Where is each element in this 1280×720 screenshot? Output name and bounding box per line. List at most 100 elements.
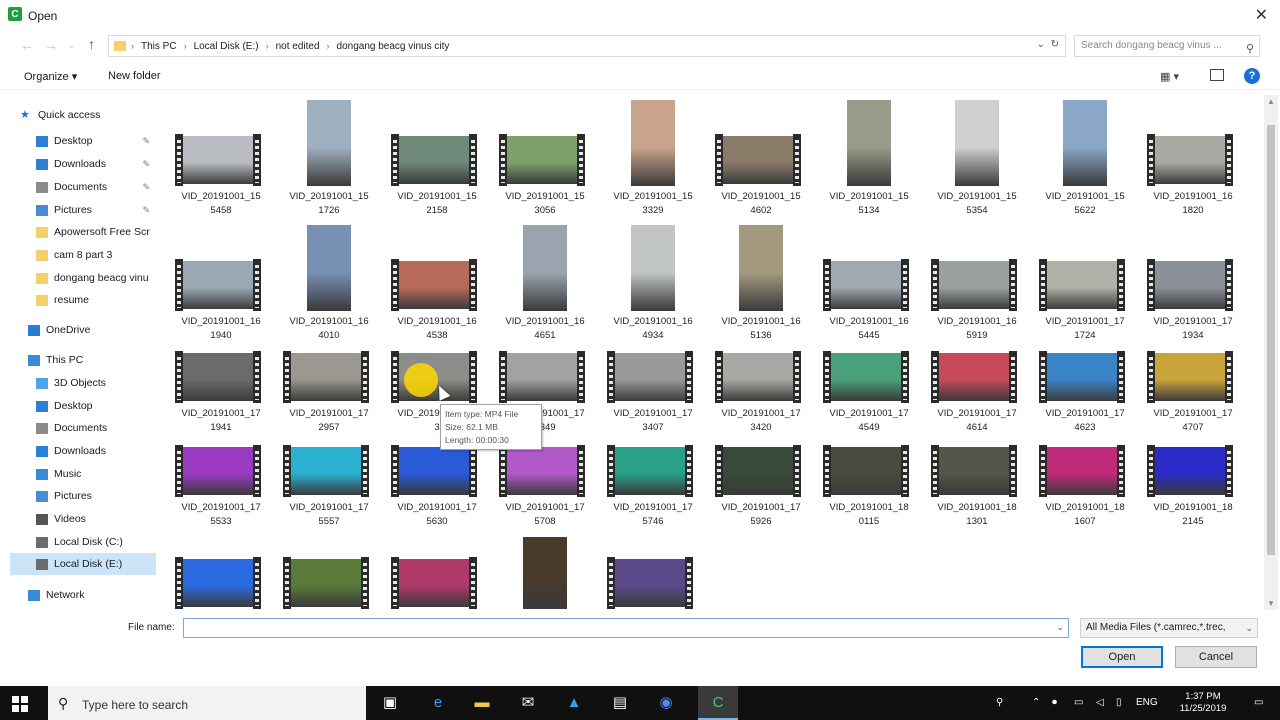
recent-locations-chevron-icon[interactable]: ⌄ — [68, 40, 76, 51]
clock-date: 11/25/2019 — [1179, 703, 1227, 714]
recorder-tray-icon[interactable]: ⏺ — [1052, 697, 1057, 708]
refresh-icon[interactable]: ⌄ ↻ — [1037, 39, 1059, 50]
clock[interactable]: 1:37 PM 11/25/2019 — [1168, 691, 1238, 715]
file-item[interactable] — [274, 95, 374, 610]
store-icon[interactable]: ▤ — [610, 694, 630, 712]
thumbnail-image — [1047, 447, 1117, 495]
file-item[interactable]: VID_20191001_18 1301 — [922, 95, 1022, 610]
pictures-icon — [36, 204, 48, 216]
folder-icon — [114, 41, 126, 51]
video-thumbnail — [391, 557, 477, 609]
sidebar-item-cam-8-part-3[interactable]: cam 8 part 3 — [10, 244, 156, 266]
sidebar-item-quick-access[interactable]: ★ Quick access — [10, 104, 156, 126]
mail-icon[interactable]: ✉ — [518, 694, 538, 712]
sidebar-item-documents[interactable]: Documents — [10, 417, 156, 439]
change-view-icon[interactable]: ▦ ▾ — [1160, 70, 1184, 84]
network-tray-icon[interactable]: ▭ — [1074, 697, 1083, 708]
sidebar-item-desktop[interactable]: Desktop — [10, 395, 156, 417]
film-strip-icon — [793, 445, 801, 497]
sidebar-item-onedrive[interactable]: OneDrive — [10, 319, 156, 341]
file-item[interactable]: VID_20191001_17 5926 — [706, 95, 806, 610]
pin-icon: ✎ — [142, 181, 150, 192]
film-strip-icon — [361, 557, 369, 609]
sidebar-item-videos[interactable]: Videos — [10, 508, 156, 530]
breadcrumb-separator-icon: › — [326, 41, 330, 51]
file-item[interactable] — [598, 95, 698, 610]
up-arrow-icon[interactable]: ↑ — [88, 36, 95, 52]
people-icon[interactable]: ⚲ — [996, 697, 1003, 708]
video-thumbnail — [823, 445, 909, 497]
scrollbar-thumb[interactable] — [1267, 125, 1275, 555]
preview-pane-icon[interactable] — [1210, 69, 1224, 81]
thumbnail-image — [1155, 447, 1225, 495]
breadcrumb-separator-icon: › — [183, 41, 187, 51]
sidebar-item-local-disk-c[interactable]: Local Disk (C:) — [10, 531, 156, 553]
new-folder-button[interactable]: New folder — [108, 70, 161, 82]
cancel-button[interactable]: Cancel — [1175, 646, 1257, 668]
open-button[interactable]: Open — [1081, 646, 1163, 668]
forward-arrow-icon[interactable]: → — [44, 37, 58, 53]
notification-tray-icon[interactable]: ▯ — [1116, 697, 1122, 708]
breadcrumb-not-edited[interactable]: not edited — [276, 41, 320, 52]
desktop-icon — [36, 135, 48, 147]
file-item[interactable]: VID_20191001_18 2145 — [1138, 95, 1238, 610]
sidebar-item-pictures[interactable]: Pictures — [10, 485, 156, 507]
language-indicator[interactable]: ENG — [1136, 697, 1158, 708]
sidebar-item-downloads[interactable]: Downloads ✎ — [10, 153, 156, 175]
breadcrumb-current-folder[interactable]: dongang beacg vinus city — [337, 41, 450, 52]
back-arrow-icon[interactable]: ← — [20, 37, 34, 53]
windows-start-icon[interactable] — [12, 696, 28, 712]
action-center-icon[interactable]: ▭ — [1254, 697, 1263, 708]
tray-chevron-icon[interactable]: ⌃ — [1032, 697, 1040, 708]
address-bar[interactable]: › This PC › Local Disk (E:) › not edited… — [108, 35, 1066, 57]
sidebar-item-resume[interactable]: resume — [10, 289, 156, 311]
sidebar-item-label: This PC — [46, 354, 84, 366]
edge-browser-icon[interactable]: e — [428, 694, 448, 712]
video-thumbnail — [283, 557, 369, 609]
breadcrumb-this-pc[interactable]: This PC — [141, 41, 177, 52]
file-item[interactable] — [166, 95, 266, 610]
file-item[interactable] — [382, 95, 482, 610]
organize-button[interactable]: Organize ▾ — [24, 70, 77, 83]
search-input[interactable]: Search dongang beacg vinus ... ⚲ — [1074, 35, 1260, 57]
scroll-down-icon[interactable]: ▼ — [1267, 599, 1275, 608]
file-item[interactable]: VID_20191001_18 1607 — [1030, 95, 1130, 610]
thumbnail-image — [939, 447, 1009, 495]
film-strip-icon — [901, 445, 909, 497]
sidebar-item-music[interactable]: Music — [10, 463, 156, 485]
task-view-icon[interactable]: ▣ — [380, 694, 400, 712]
volume-icon[interactable]: ◁ — [1096, 697, 1104, 708]
folder-icon — [36, 226, 48, 238]
video-thumbnail — [523, 537, 567, 609]
sidebar-item-pictures[interactable]: Pictures ✎ — [10, 199, 156, 221]
sidebar-item-3d-objects[interactable]: 3D Objects — [10, 372, 156, 394]
sidebar-item-documents[interactable]: Documents ✎ — [10, 176, 156, 198]
sidebar-item-desktop[interactable]: Desktop ✎ — [10, 130, 156, 152]
breadcrumb-local-disk-e[interactable]: Local Disk (E:) — [194, 41, 259, 52]
sidebar-item-this-pc[interactable]: This PC — [10, 349, 156, 371]
chevron-down-icon[interactable]: ⌄ — [1056, 622, 1064, 633]
file-item[interactable] — [490, 95, 590, 610]
sidebar-item-apowersoft-free-scr[interactable]: Apowersoft Free Scr — [10, 221, 156, 243]
vertical-scrollbar[interactable]: ▲ ▼ — [1264, 95, 1278, 610]
open-dialog: C Open ✕ ← → ⌄ ↑ › This PC › Local Disk … — [0, 0, 1280, 686]
sidebar-item-downloads[interactable]: Downloads — [10, 440, 156, 462]
help-icon[interactable]: ? — [1244, 68, 1260, 84]
sidebar-item-dongang-beacg-vinu[interactable]: dongang beacg vinu — [10, 267, 156, 289]
film-strip-icon — [1039, 445, 1047, 497]
sidebar-item-local-disk-e[interactable]: Local Disk (E:) — [10, 553, 156, 575]
search-icon: ⚲ — [1245, 43, 1254, 55]
file-type-select[interactable]: All Media Files (*.camrec,*.trec, ⌄ — [1080, 618, 1258, 638]
scroll-up-icon[interactable]: ▲ — [1267, 97, 1275, 106]
camtasia-taskbar-button[interactable]: C — [698, 686, 738, 720]
chrome-icon[interactable]: ◉ — [656, 694, 676, 712]
file-explorer-icon[interactable]: ▬ — [472, 694, 492, 712]
taskbar-search-box[interactable]: ⚲ Type here to search — [48, 686, 366, 720]
video-thumbnail — [715, 445, 801, 497]
file-item[interactable]: VID_20191001_18 0115 — [814, 95, 914, 610]
file-name: VID_20191001_17 5926 — [706, 501, 816, 529]
photos-icon[interactable]: ▲ — [564, 694, 584, 712]
sidebar-item-network[interactable]: Network — [10, 584, 156, 606]
close-icon[interactable]: ✕ — [1255, 5, 1268, 25]
file-name-input[interactable]: ⌄ — [183, 618, 1069, 638]
